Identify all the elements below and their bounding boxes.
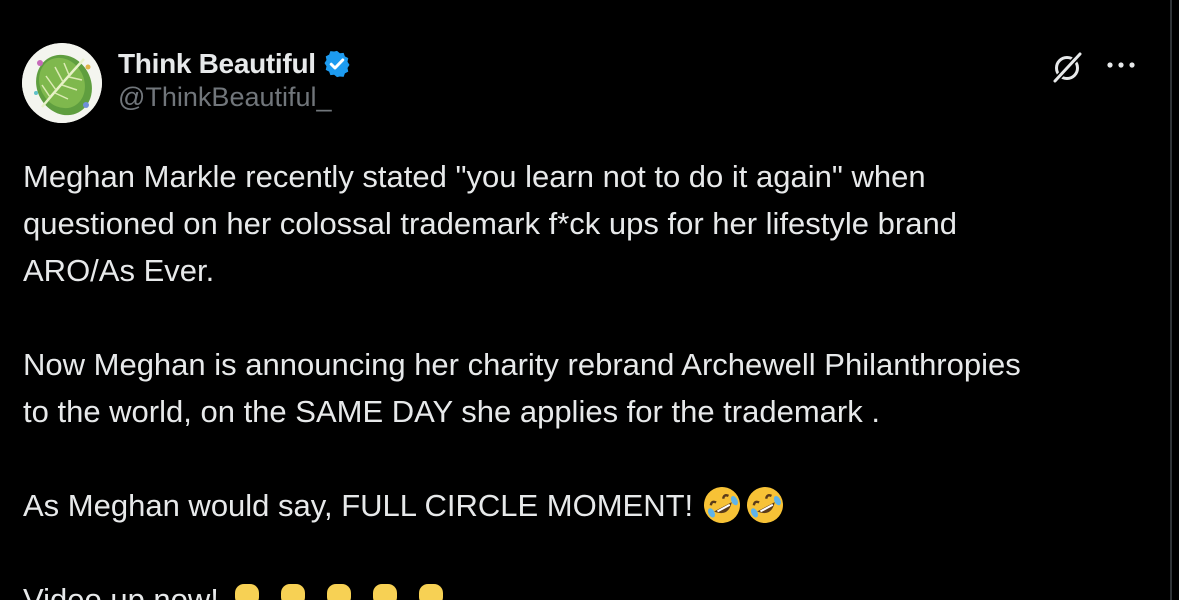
rolling-on-floor-laughing-emoji: [746, 487, 783, 523]
author-avatar[interactable]: [22, 43, 102, 123]
tweet-body: Meghan Markle recently stated "you learn…: [23, 153, 1153, 600]
author-display-name[interactable]: Think Beautiful: [118, 48, 316, 80]
tweet-text-segment: As Meghan would say, FULL CIRCLE MOMENT!: [23, 488, 694, 523]
verified-badge-icon: [324, 50, 350, 78]
tweet-text-line-with-emoji: Video up now!: [23, 576, 1153, 600]
tweet-screenshot: Think Beautiful @ThinkBeautiful_ Meghan …: [0, 0, 1179, 600]
rolling-on-floor-laughing-emoji: [703, 487, 740, 523]
grok-icon[interactable]: [1050, 50, 1084, 84]
tweet-text-segment: Video up now!: [23, 582, 219, 600]
author-handle[interactable]: @ThinkBeautiful_: [118, 82, 332, 113]
author-name-row[interactable]: Think Beautiful: [118, 44, 352, 84]
backhand-index-pointing-down-emoji: [326, 584, 351, 600]
tweet-text-line-with-emoji: As Meghan would say, FULL CIRCLE MOMENT!: [23, 482, 1153, 529]
more-options-icon[interactable]: [1105, 56, 1137, 74]
tweet-text-line: Now Meghan is announcing her charity reb…: [23, 347, 1021, 382]
backhand-index-pointing-down-emoji: [280, 584, 305, 600]
tweet-text-line: questioned on her colossal trademark f*c…: [23, 206, 957, 241]
backhand-index-pointing-down-emoji: [418, 584, 443, 600]
tweet-text-line: Meghan Markle recently stated "you learn…: [23, 159, 926, 194]
tweet-text-line: to the world, on the SAME DAY she applie…: [23, 394, 880, 429]
backhand-index-pointing-down-emoji: [372, 584, 397, 600]
backhand-index-pointing-down-emoji: [234, 584, 259, 600]
column-divider: [1170, 0, 1172, 600]
tweet-text-line: ARO/As Ever.: [23, 253, 215, 288]
leaf-avatar-icon: [22, 43, 102, 123]
